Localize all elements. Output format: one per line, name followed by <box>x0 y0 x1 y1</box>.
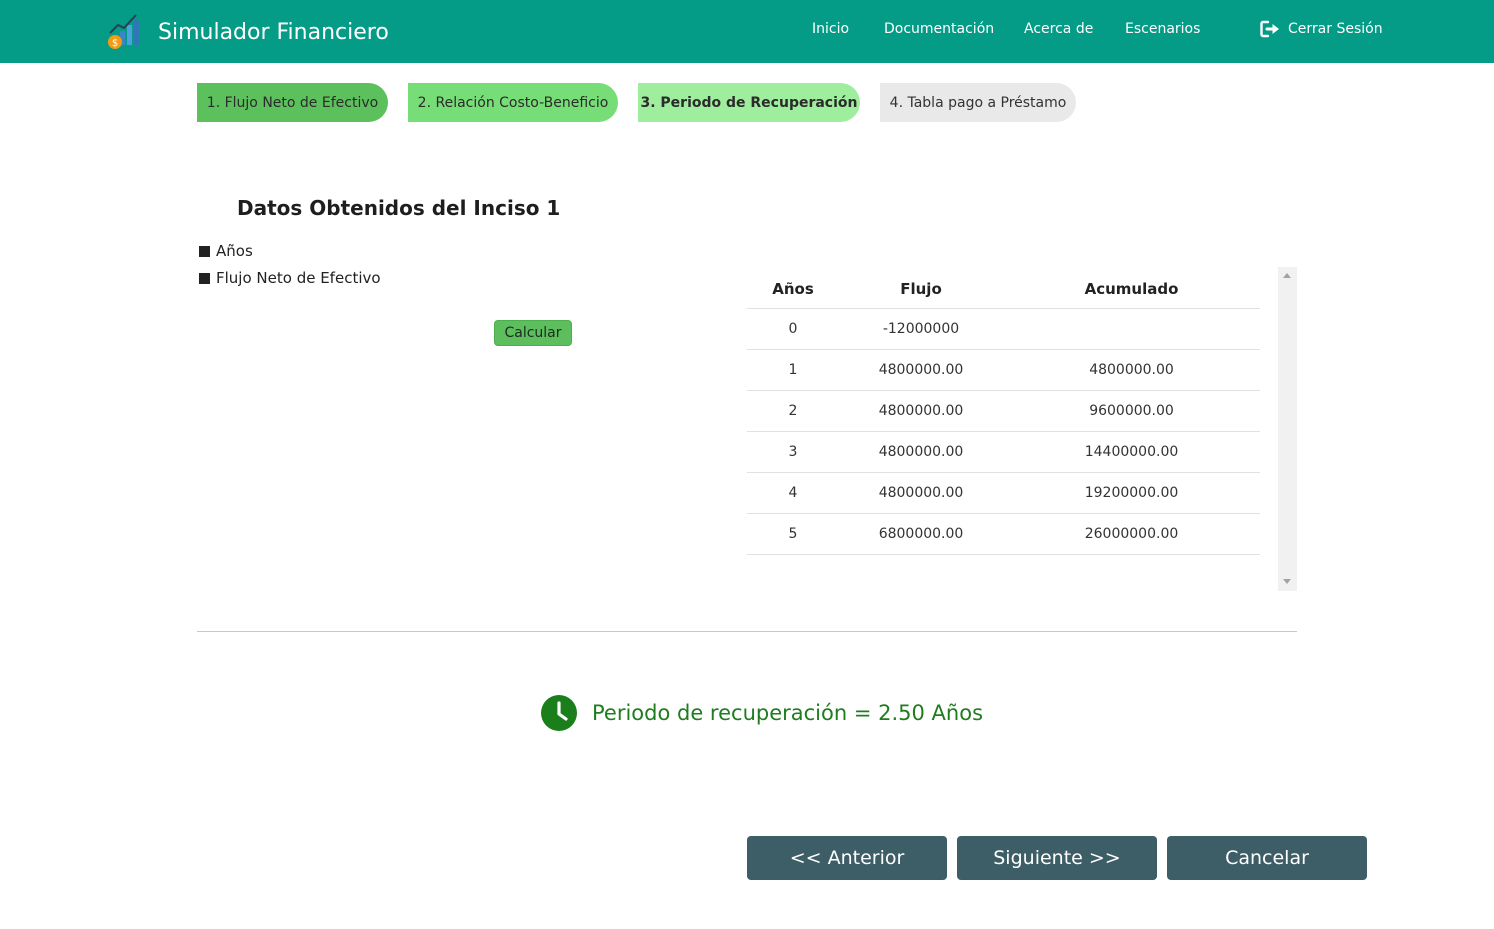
column-header-acumulado: Acumulado <box>1003 267 1260 309</box>
legend-label: Años <box>216 242 253 260</box>
cell-ano: 4 <box>747 472 839 514</box>
cell-acumulado: 14400000.00 <box>1003 431 1260 473</box>
nav-escenarios[interactable]: Escenarios <box>1125 21 1200 37</box>
scroll-down-arrow-icon[interactable] <box>1283 579 1291 584</box>
section-divider <box>197 631 1297 632</box>
table-header-row: Años Flujo Acumulado <box>747 267 1260 309</box>
cell-flujo: -12000000 <box>839 308 1003 350</box>
table-row: 5 6800000.00 26000000.00 <box>747 513 1260 555</box>
previous-button[interactable]: << Anterior <box>747 836 947 880</box>
step-costo-beneficio[interactable]: 2. Relación Costo-Beneficio <box>408 83 618 122</box>
cell-ano: 1 <box>747 349 839 391</box>
cell-acumulado: 26000000.00 <box>1003 513 1260 555</box>
results-table: Años Flujo Acumulado 0 -12000000 1 48000… <box>747 267 1260 555</box>
nav-acerca-de[interactable]: Acerca de <box>1024 21 1093 37</box>
logout-link[interactable]: Cerrar Sesión <box>1260 20 1383 38</box>
table-row: 2 4800000.00 9600000.00 <box>747 390 1260 432</box>
cell-flujo: 6800000.00 <box>839 513 1003 555</box>
column-header-anos: Años <box>747 267 839 309</box>
payback-result: Periodo de recuperación = 2.50 Años <box>541 695 983 731</box>
clock-icon <box>541 695 577 731</box>
section-title: Datos Obtenidos del Inciso 1 <box>237 196 561 220</box>
logout-label: Cerrar Sesión <box>1288 21 1383 37</box>
cell-ano: 3 <box>747 431 839 473</box>
cancel-button[interactable]: Cancelar <box>1167 836 1367 880</box>
cell-acumulado: 9600000.00 <box>1003 390 1260 432</box>
table-row: 4 4800000.00 19200000.00 <box>747 472 1260 514</box>
results-table-container: Años Flujo Acumulado 0 -12000000 1 48000… <box>747 267 1297 591</box>
table-row: 0 -12000000 <box>747 308 1260 350</box>
step-periodo-recuperacion[interactable]: 3. Periodo de Recuperación <box>638 83 860 122</box>
cell-flujo: 4800000.00 <box>839 431 1003 473</box>
legend-item-anos: Años <box>199 242 253 260</box>
legend-swatch <box>199 272 210 284</box>
cell-ano: 2 <box>747 390 839 432</box>
table-scrollbar[interactable] <box>1278 267 1297 591</box>
payback-result-text: Periodo de recuperación = 2.50 Años <box>592 701 984 725</box>
top-navbar: $ Simulador Financiero Inicio Documentac… <box>0 0 1494 63</box>
app-title: Simulador Financiero <box>158 19 389 45</box>
cell-acumulado: 19200000.00 <box>1003 472 1260 514</box>
cell-flujo: 4800000.00 <box>839 472 1003 514</box>
cell-flujo: 4800000.00 <box>839 390 1003 432</box>
step-flujo-neto[interactable]: 1. Flujo Neto de Efectivo <box>197 83 388 122</box>
column-header-flujo: Flujo <box>839 267 1003 309</box>
brand[interactable]: $ Simulador Financiero <box>106 12 389 52</box>
scroll-up-arrow-icon[interactable] <box>1283 273 1291 278</box>
sign-out-icon <box>1260 20 1279 38</box>
legend-label: Flujo Neto de Efectivo <box>216 269 381 287</box>
chart-coin-logo-icon: $ <box>108 14 139 49</box>
svg-text:$: $ <box>112 38 118 49</box>
cell-ano: 0 <box>747 308 839 350</box>
legend-swatch <box>199 245 210 257</box>
table-row: 1 4800000.00 4800000.00 <box>747 349 1260 391</box>
calculate-button[interactable]: Calcular <box>494 320 572 346</box>
step-tabla-prestamo[interactable]: 4. Tabla pago a Préstamo <box>880 83 1076 122</box>
legend-item-flujo: Flujo Neto de Efectivo <box>199 269 381 287</box>
next-button[interactable]: Siguiente >> <box>957 836 1157 880</box>
cell-flujo: 4800000.00 <box>839 349 1003 391</box>
cell-acumulado <box>1003 308 1260 350</box>
table-row: 3 4800000.00 14400000.00 <box>747 431 1260 473</box>
cell-acumulado: 4800000.00 <box>1003 349 1260 391</box>
cell-ano: 5 <box>747 513 839 555</box>
nav-documentacion[interactable]: Documentación <box>884 21 994 37</box>
nav-inicio[interactable]: Inicio <box>812 21 849 37</box>
